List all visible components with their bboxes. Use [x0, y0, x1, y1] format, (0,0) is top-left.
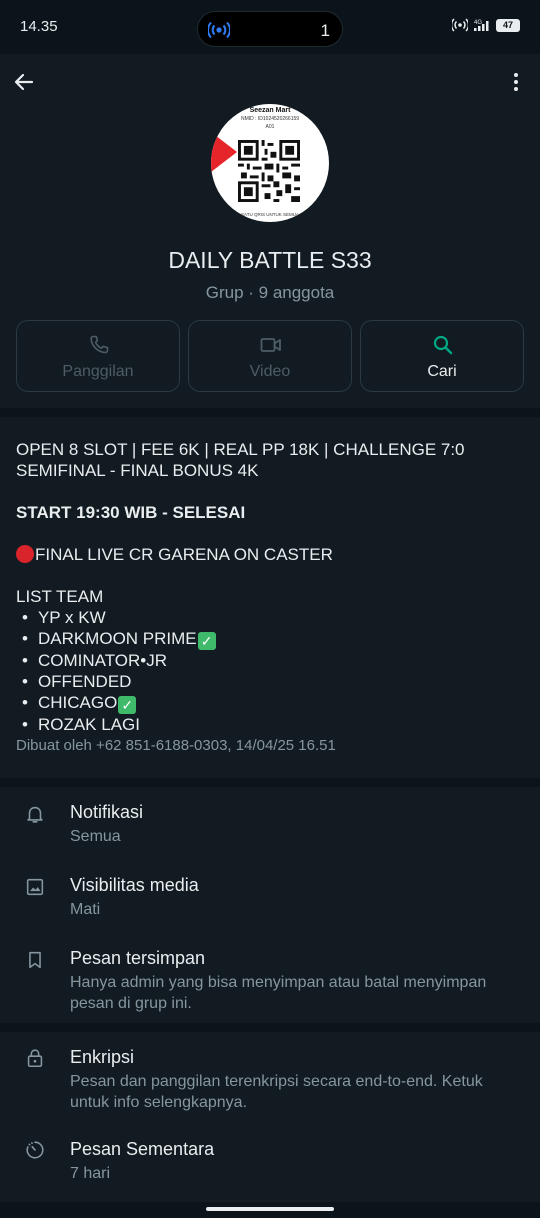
broadcast-icon: [208, 21, 230, 39]
saved-messages-row[interactable]: Pesan tersimpan Hanya admin yang bisa me…: [0, 933, 540, 1023]
description-line: OPEN 8 SLOT | FEE 6K | REAL PP 18K | CHA…: [16, 440, 465, 459]
check-mark-icon: ✓: [197, 632, 216, 650]
disappearing-messages-value: 7 hari: [70, 1165, 111, 1182]
home-indicator[interactable]: [206, 1207, 334, 1211]
encryption-title: Enkripsi: [70, 1047, 135, 1067]
team-list-title: LIST TEAM: [16, 587, 104, 606]
disappearing-messages-title: Pesan Sementara: [70, 1139, 215, 1159]
video-button[interactable]: Video: [188, 320, 352, 392]
call-label: Panggilan: [62, 363, 134, 380]
avatar-nmid: NMID : ID1024520266159: [240, 116, 300, 122]
video-icon: [260, 338, 281, 352]
group-header: Seezan Mart NMID : ID1024520266159 A01 S…: [0, 54, 540, 408]
avatar-footer: SATU QRIS UNTUK SEMUA: [241, 212, 299, 217]
notifications-value: Semua: [70, 828, 121, 845]
phone-icon: [90, 335, 109, 354]
list-item: COMINATOR•JR: [16, 650, 524, 671]
settings-section: Notifikasi Semua Visibilitas media Mati …: [0, 787, 540, 1023]
signal-4g-icon: 4G: [474, 20, 489, 31]
final-live-text: FINAL LIVE CR GARENA ON CASTER: [35, 545, 333, 564]
saved-messages-value: Hanya admin yang bisa menyimpan atau bat…: [70, 974, 487, 1012]
notifications-row[interactable]: Notifikasi Semua: [0, 787, 540, 859]
back-arrow-icon[interactable]: [12, 70, 36, 94]
notifications-title: Notifikasi: [70, 802, 144, 822]
media-visibility-title: Visibilitas media: [70, 875, 199, 895]
group-member-count[interactable]: Grup · 9 anggota: [0, 283, 540, 303]
video-label: Video: [249, 363, 291, 380]
encryption-row[interactable]: Enkripsi Pesan dan panggilan terenkripsi…: [0, 1032, 540, 1124]
check-mark-icon: ✓: [118, 696, 137, 714]
search-icon: [433, 335, 453, 355]
search-label: Cari: [427, 363, 457, 380]
bell-icon: [27, 806, 43, 823]
dynamic-island[interactable]: 1: [197, 11, 343, 47]
avatar-code: A01: [265, 124, 275, 130]
red-circle-emoji: [16, 545, 34, 563]
qris-logo-wedge: [211, 132, 237, 172]
status-time: 14.35: [20, 18, 58, 35]
team-list: YP x KW DARKMOON PRIME✓ COMINATOR•JR OFF…: [16, 607, 524, 735]
timer-icon: [26, 1141, 44, 1159]
media-visibility-row[interactable]: Visibilitas media Mati: [0, 860, 540, 932]
created-by: Dibuat oleh +62 851-6188-0303, 14/04/25 …: [16, 737, 336, 754]
call-button[interactable]: Panggilan: [16, 320, 180, 392]
status-bar: 14.35 1 4G 47: [0, 0, 540, 54]
avatar-store-name: Seezan Mart: [249, 107, 291, 114]
list-item: ROZAK LAGI: [16, 714, 524, 735]
list-item: OFFENDED: [16, 671, 524, 692]
privacy-section: Enkripsi Pesan dan panggilan terenkripsi…: [0, 1032, 540, 1202]
final-live-line: FINAL LIVE CR GARENA ON CASTER: [16, 544, 524, 565]
search-button[interactable]: Cari: [360, 320, 524, 392]
group-description[interactable]: OPEN 8 SLOT | FEE 6K | REAL PP 18K | CHA…: [0, 417, 540, 778]
qr-code-image: [238, 140, 300, 202]
saved-messages-title: Pesan tersimpan: [70, 948, 206, 968]
list-item: CHICAGO✓: [16, 692, 524, 714]
group-avatar[interactable]: Seezan Mart NMID : ID1024520266159 A01 S…: [211, 104, 329, 222]
svg-text:4G: 4G: [474, 20, 482, 26]
list-item: YP x KW: [16, 607, 524, 628]
status-indicators: 4G 47: [452, 18, 520, 32]
hotspot-icon: [452, 18, 468, 32]
notification-count: 1: [320, 21, 330, 40]
encryption-value: Pesan dan panggilan terenkripsi secara e…: [70, 1073, 483, 1111]
lock-icon: [27, 1049, 43, 1068]
media-visibility-value: Mati: [70, 901, 101, 918]
bookmark-icon: [29, 951, 41, 969]
description-line: SEMIFINAL - FINAL BONUS 4K: [16, 461, 259, 480]
group-title: DAILY BATTLE S33: [168, 247, 372, 273]
image-icon: [26, 878, 44, 896]
disappearing-messages-row[interactable]: Pesan Sementara 7 hari: [0, 1124, 540, 1202]
battery-icon: 47: [496, 18, 520, 32]
more-options-icon[interactable]: [504, 70, 528, 94]
start-time-line: START 19:30 WIB - SELESAI: [16, 503, 246, 522]
list-item: DARKMOON PRIME✓: [16, 628, 524, 650]
